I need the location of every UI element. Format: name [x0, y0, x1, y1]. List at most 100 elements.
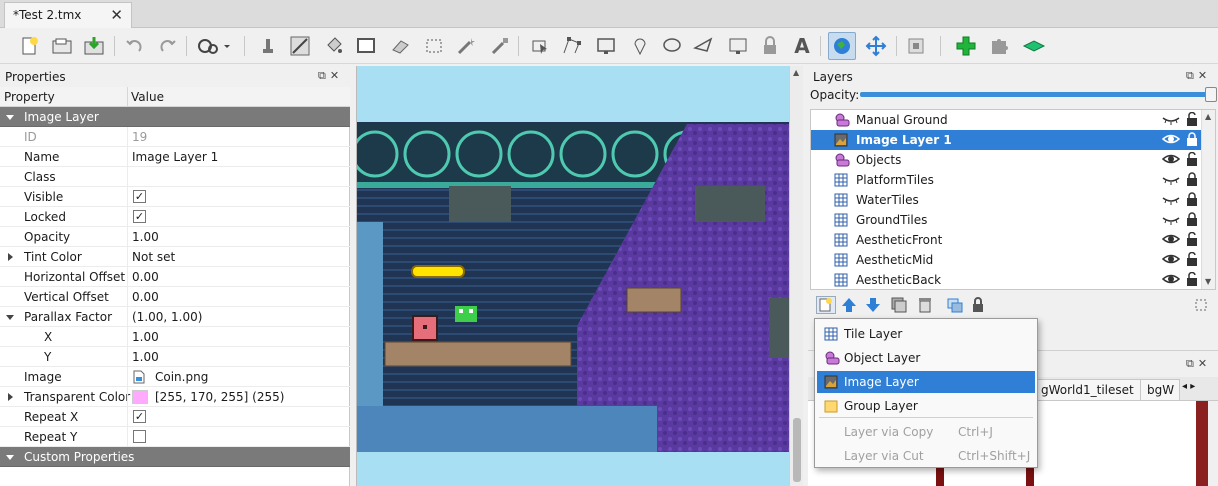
- select-same-tile-icon[interactable]: [486, 32, 514, 60]
- lock-icon[interactable]: [1186, 172, 1198, 189]
- panel-float-close-icon[interactable]: ⧉✕: [318, 69, 343, 83]
- undo-icon[interactable]: [120, 32, 148, 60]
- random-mode-icon[interactable]: [902, 32, 930, 60]
- eye-icon[interactable]: [1161, 272, 1181, 289]
- layer-row[interactable]: Manual Ground: [811, 110, 1215, 130]
- scroll-up-icon[interactable]: ▲: [1205, 112, 1211, 121]
- prop-row-repeat-x[interactable]: Repeat X ✓: [0, 407, 350, 427]
- eye-closed-icon[interactable]: [1162, 212, 1180, 229]
- prop-row-parallax-x[interactable]: X 1.00: [0, 327, 350, 347]
- lower-layer-icon[interactable]: [864, 296, 882, 317]
- bucket-fill-icon[interactable]: [320, 32, 348, 60]
- panel-float-close-icon[interactable]: ⧉✕: [1186, 69, 1211, 83]
- document-tab[interactable]: *Test 2.tmx ✕: [4, 2, 132, 28]
- prop-value[interactable]: Not set: [132, 250, 175, 264]
- map-canvas[interactable]: [356, 66, 789, 486]
- repeat-x-checkbox[interactable]: ✓: [133, 410, 146, 423]
- insert-rectangle-icon[interactable]: [592, 32, 620, 60]
- prop-row-image[interactable]: Image Coin.png: [0, 367, 350, 387]
- prop-row-vertical-offset[interactable]: Vertical Offset 0.00: [0, 287, 350, 307]
- edit-polygons-icon[interactable]: [558, 32, 586, 60]
- eye-icon[interactable]: [1161, 232, 1181, 249]
- prop-row-parallax-factor[interactable]: Parallax Factor (1.00, 1.00): [0, 307, 350, 327]
- menu-item-tile-layer[interactable]: Tile Layer: [817, 323, 1035, 345]
- raise-layer-icon[interactable]: [840, 296, 858, 317]
- new-map-icon[interactable]: [16, 32, 44, 60]
- menu-item-object-layer[interactable]: Object Layer: [817, 347, 1035, 369]
- redo-icon[interactable]: [154, 32, 182, 60]
- group-image-layer[interactable]: Image Layer: [0, 107, 350, 127]
- prop-row-opacity[interactable]: Opacity 1.00: [0, 227, 350, 247]
- layer-row[interactable]: Objects: [811, 150, 1215, 170]
- eye-icon[interactable]: [1161, 132, 1181, 149]
- layer-row[interactable]: AestheticFront: [811, 230, 1215, 250]
- prop-value[interactable]: Coin.png: [155, 370, 208, 384]
- prop-row-locked[interactable]: Locked ✓: [0, 207, 350, 227]
- insert-point-icon[interactable]: [626, 32, 654, 60]
- new-layer-icon[interactable]: [816, 296, 836, 314]
- layer-list-scrollbar[interactable]: ▲ ▼: [1201, 110, 1215, 289]
- layer-row[interactable]: AestheticMid: [811, 250, 1215, 270]
- shape-fill-icon[interactable]: [352, 32, 380, 60]
- menu-item-group-layer[interactable]: Group Layer: [817, 395, 1035, 417]
- expand-arrow-icon[interactable]: [8, 393, 13, 401]
- move-icon[interactable]: [862, 32, 890, 60]
- layer-row[interactable]: Image Layer 1: [811, 130, 1215, 150]
- commands-icon[interactable]: [194, 32, 234, 60]
- eye-closed-icon[interactable]: [1162, 172, 1180, 189]
- unlock-icon[interactable]: [1186, 111, 1200, 129]
- insert-template-icon[interactable]: [756, 32, 784, 60]
- expand-arrow-icon[interactable]: [8, 253, 13, 261]
- prop-value[interactable]: [255, 170, 255] (255): [155, 390, 284, 404]
- delete-layer-icon[interactable]: [916, 296, 934, 317]
- tileset-tab[interactable]: gWorld1_tileset: [1034, 379, 1141, 401]
- layer-row[interactable]: PlatformTiles: [811, 170, 1215, 190]
- lock-icon[interactable]: [1186, 212, 1198, 229]
- collapse-arrow-icon[interactable]: [6, 455, 14, 460]
- column-property[interactable]: Property: [4, 90, 55, 104]
- terrain-brush-icon[interactable]: [286, 32, 314, 60]
- prop-value[interactable]: 1.00: [132, 230, 159, 244]
- isometric-icon[interactable]: [1020, 32, 1048, 60]
- group-custom-properties[interactable]: Custom Properties: [0, 447, 350, 467]
- prop-row-tint-color[interactable]: Tint Color Not set: [0, 247, 350, 267]
- eye-icon[interactable]: [1161, 152, 1181, 169]
- eye-closed-icon[interactable]: [1162, 112, 1180, 129]
- lock-icon[interactable]: [1186, 192, 1198, 209]
- prop-row-transparent-color[interactable]: Transparent Color [255, 170, 255] (255): [0, 387, 350, 407]
- locked-checkbox[interactable]: ✓: [133, 210, 146, 223]
- scroll-down-icon[interactable]: ▼: [1205, 277, 1211, 286]
- layer-row[interactable]: AestheticBack: [811, 270, 1215, 289]
- prop-row-class[interactable]: Class: [0, 167, 350, 187]
- column-value[interactable]: Value: [131, 90, 164, 104]
- world-tool-icon[interactable]: [828, 32, 856, 60]
- magic-wand-icon[interactable]: [452, 32, 480, 60]
- panel-float-close-icon[interactable]: ⧉✕: [1186, 357, 1211, 371]
- repeat-y-checkbox[interactable]: [133, 430, 146, 443]
- prop-row-repeat-y[interactable]: Repeat Y: [0, 427, 350, 447]
- collapse-arrow-icon[interactable]: [6, 315, 14, 320]
- unlock-icon[interactable]: [1186, 151, 1200, 169]
- layer-row[interactable]: GroundTiles: [811, 210, 1215, 230]
- prop-value[interactable]: 1.00: [132, 330, 159, 344]
- tab-scroll-arrows-icon[interactable]: ◂ ▸: [1182, 381, 1195, 392]
- prop-value[interactable]: Image Layer 1: [132, 150, 218, 164]
- tileset-tab[interactable]: bgW: [1140, 379, 1180, 401]
- color-swatch[interactable]: [132, 390, 148, 404]
- insert-polygon-icon[interactable]: [690, 32, 718, 60]
- prop-value[interactable]: (1.00, 1.00): [132, 310, 202, 324]
- prop-value[interactable]: 1.00: [132, 350, 159, 364]
- visible-checkbox[interactable]: ✓: [133, 190, 146, 203]
- lock-icon[interactable]: [970, 296, 986, 317]
- prop-row-parallax-y[interactable]: Y 1.00: [0, 347, 350, 367]
- eye-closed-icon[interactable]: [1162, 192, 1180, 209]
- scroll-thumb[interactable]: [793, 418, 801, 482]
- open-icon[interactable]: [48, 32, 76, 60]
- eye-icon[interactable]: [1161, 252, 1181, 269]
- eraser-icon[interactable]: [386, 32, 414, 60]
- highlight-layer-icon[interactable]: [1192, 296, 1210, 317]
- stamp-brush-icon[interactable]: [254, 32, 282, 60]
- insert-tile-icon[interactable]: [724, 32, 752, 60]
- unlock-icon[interactable]: [1186, 231, 1200, 249]
- map-vertical-scrollbar[interactable]: ▲: [789, 66, 803, 486]
